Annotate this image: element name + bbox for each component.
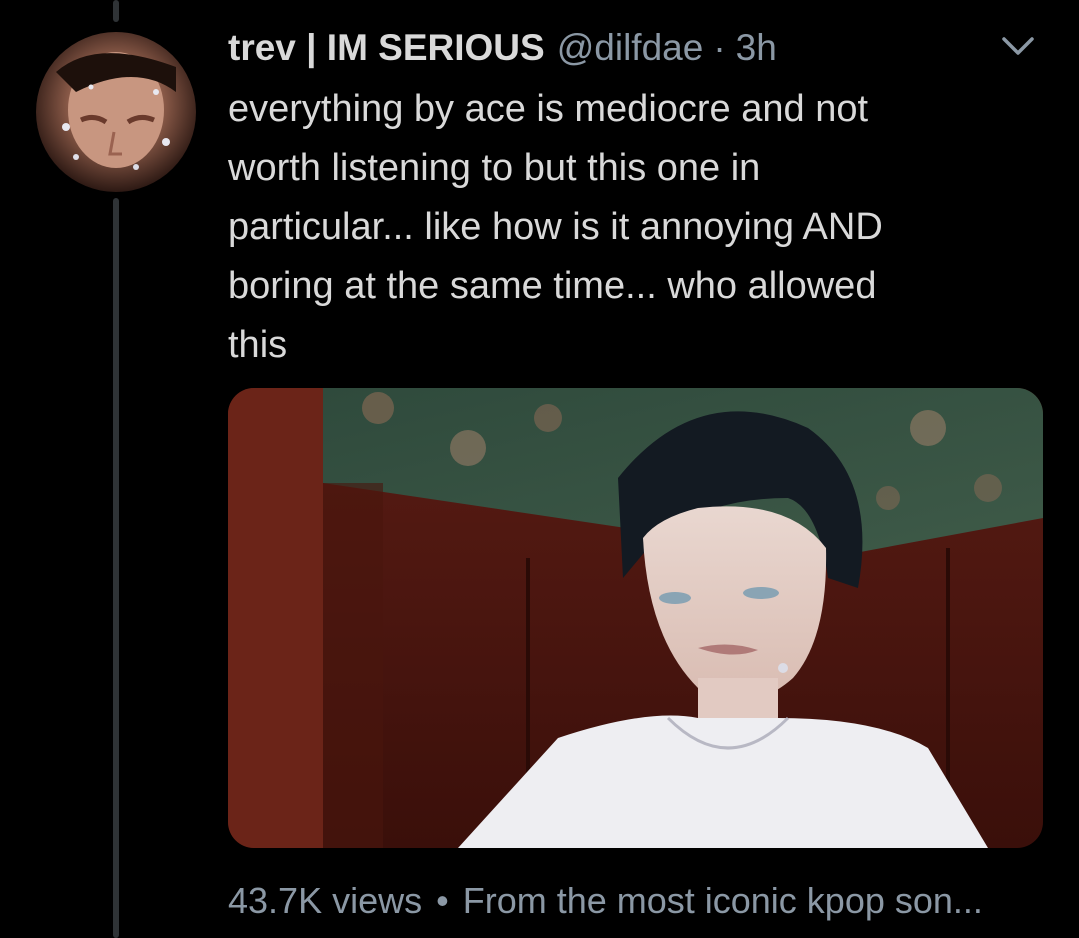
tweet-text: everything by ace is mediocre and not wo… (228, 88, 883, 366)
tweet-header: trev | IM SERIOUS @dilfdae · 3h (228, 26, 777, 70)
video-source-link[interactable]: From the most iconic kpop son... (463, 880, 983, 922)
video-meta: 43.7K views • From the most iconic kpop … (228, 878, 983, 924)
display-name[interactable]: trev | IM SERIOUS (228, 27, 545, 69)
avatar[interactable] (36, 32, 196, 192)
separator-dot: · (713, 27, 726, 68)
timestamp[interactable]: 3h (736, 27, 777, 69)
chevron-down-icon[interactable] (1000, 30, 1036, 60)
thread-line-bottom (113, 198, 119, 938)
video-thumbnail[interactable] (228, 388, 1043, 848)
thread-line-top (113, 0, 119, 22)
user-handle[interactable]: @dilfdae (557, 27, 704, 69)
meta-separator: • (436, 880, 449, 921)
view-count: 43.7K views (228, 880, 423, 921)
